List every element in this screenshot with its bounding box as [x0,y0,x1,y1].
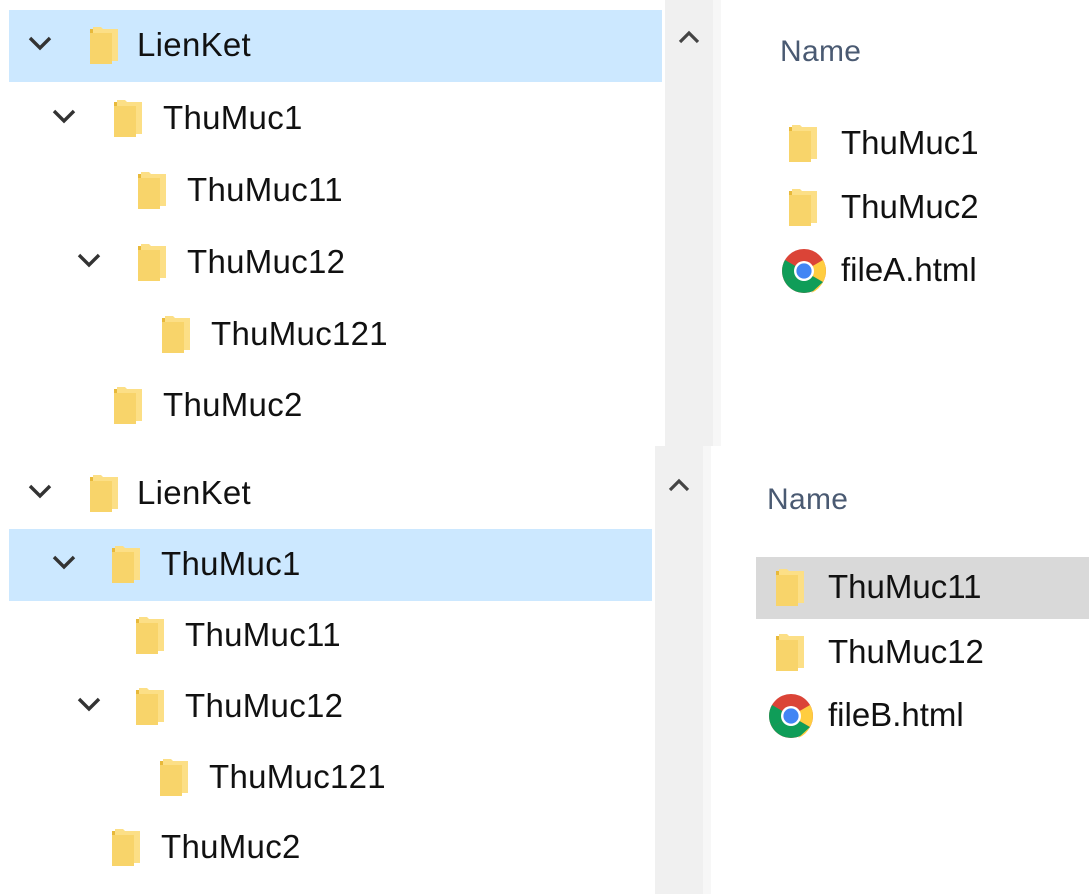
folder-icon [787,186,819,228]
tree-item-label: LienKet [137,474,252,512]
file-name: fileA.html [841,251,977,289]
tree-item-label: LienKet [137,26,252,64]
chevron-down-icon[interactable] [27,30,53,56]
file-list: Name ThuMuc1 ThuMuc2 fileA.html [721,0,1089,446]
tree-item-label: ThuMuc2 [163,386,303,424]
folder-icon [88,24,120,66]
folder-icon [136,241,168,283]
folder-icon [110,543,142,585]
tree-item-label: ThuMuc121 [209,758,386,796]
folder-icon [134,685,166,727]
chevron-down-icon[interactable] [51,549,77,575]
list-item-fileb-html[interactable]: fileB.html [756,685,1089,747]
tree-item-label: ThuMuc12 [187,243,346,281]
tree-scrollbar[interactable] [655,446,703,894]
file-name: ThuMuc11 [828,568,982,606]
file-name: ThuMuc1 [841,124,979,162]
tree-item-thumuc12[interactable]: ThuMuc12 [9,227,662,299]
folder-icon [158,756,190,798]
scroll-up-icon[interactable] [665,14,713,62]
tree-item-thumuc11[interactable]: ThuMuc11 [9,155,662,227]
pane-splitter[interactable] [713,0,721,446]
list-item-thumuc11[interactable]: ThuMuc11 [756,557,1089,619]
chevron-down-icon[interactable] [76,691,102,717]
chevron-down-icon[interactable] [51,103,77,129]
folder-icon [774,566,806,608]
tree-item-label: ThuMuc1 [161,545,301,583]
folder-icon [112,97,144,139]
explorer-panel-bottom: LienKet ThuMuc1 ThuMuc11 ThuMuc12 ThuMuc… [0,446,1089,894]
tree-item-label: ThuMuc11 [185,616,341,654]
folder-icon [134,614,166,656]
pane-splitter[interactable] [703,446,711,894]
folder-icon [787,122,819,164]
list-item-filea-html[interactable]: fileA.html [721,240,1089,302]
explorer-panel-top: LienKet ThuMuc1 ThuMuc11 ThuMuc12 ThuMuc… [0,0,1089,446]
folder-icon [160,313,192,355]
tree-item-label: ThuMuc121 [211,315,388,353]
tree-item-thumuc1[interactable]: ThuMuc1 [9,83,662,155]
tree-item-thumuc12[interactable]: ThuMuc12 [9,671,652,743]
tree-item-lienket[interactable]: LienKet [9,458,652,530]
tree-item-lienket[interactable]: LienKet [9,10,662,82]
tree-item-thumuc1[interactable]: ThuMuc1 [9,529,652,601]
tree-item-thumuc2[interactable]: ThuMuc2 [9,370,662,442]
file-name: fileB.html [828,696,964,734]
tree-scrollbar[interactable] [665,0,713,446]
folder-icon [110,826,142,868]
tree-item-thumuc2[interactable]: ThuMuc2 [9,812,652,884]
chrome-icon [768,693,814,739]
list-item-thumuc1[interactable]: ThuMuc1 [721,113,1089,175]
folder-icon [136,169,168,211]
tree-item-label: ThuMuc12 [185,687,344,725]
file-name: ThuMuc2 [841,188,979,226]
tree-item-thumuc121[interactable]: ThuMuc121 [9,742,652,814]
column-header-name[interactable]: Name [767,483,848,517]
folder-icon [112,384,144,426]
folder-icon [774,631,806,673]
tree-item-label: ThuMuc11 [187,171,343,209]
tree-item-thumuc11[interactable]: ThuMuc11 [9,600,652,672]
tree-item-label: ThuMuc1 [163,99,303,137]
file-list: Name ThuMuc11 ThuMuc12 fileB.html [711,446,1089,894]
list-item-thumuc2[interactable]: ThuMuc2 [721,177,1089,239]
chrome-icon [781,248,827,294]
chevron-down-icon[interactable] [76,247,102,273]
tree-item-thumuc121[interactable]: ThuMuc121 [9,299,662,371]
chevron-down-icon[interactable] [27,478,53,504]
tree-item-label: ThuMuc2 [161,828,301,866]
scroll-up-icon[interactable] [655,462,703,510]
column-header-name[interactable]: Name [780,35,861,69]
folder-icon [88,472,120,514]
list-item-thumuc12[interactable]: ThuMuc12 [756,622,1089,684]
file-name: ThuMuc12 [828,633,984,671]
